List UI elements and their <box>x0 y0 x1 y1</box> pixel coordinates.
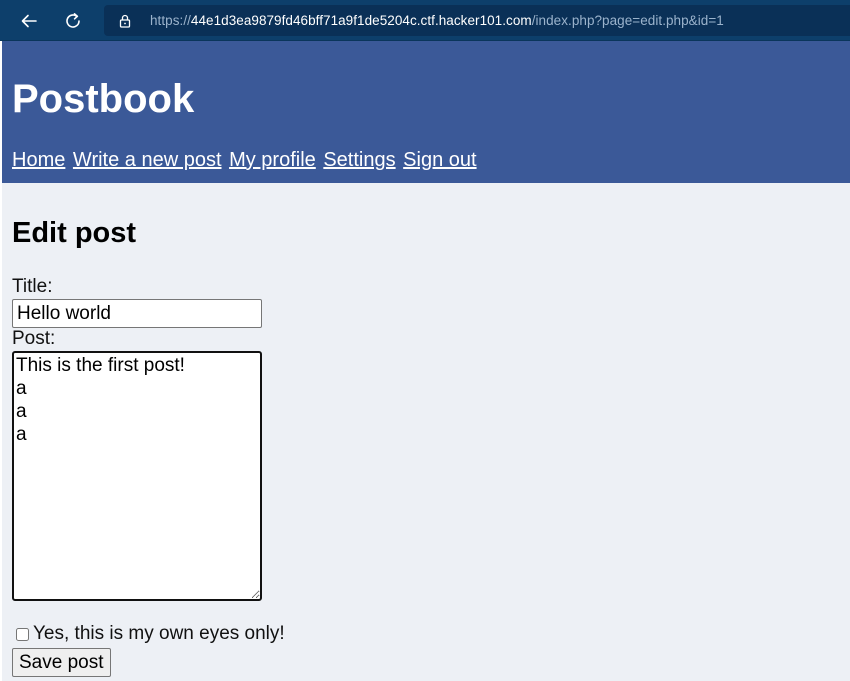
back-button[interactable] <box>18 10 40 32</box>
url-text: https://44e1d3ea9879fd46bff71a9f1de5204c… <box>150 13 724 28</box>
edit-post-form: Edit post Title: Post: This is the first… <box>0 183 850 681</box>
title-label: Title: <box>12 276 53 297</box>
nav-link-my-profile[interactable]: My profile <box>229 149 316 171</box>
url-path: /index.php?page=edit.php&id=1 <box>531 13 724 28</box>
private-checkbox-label: Yes, this is my own eyes only! <box>33 623 285 644</box>
site-header: Postbook Home Write a new post My profil… <box>0 41 850 183</box>
nav-link-write-post[interactable]: Write a new post <box>73 149 222 171</box>
nav-link-settings[interactable]: Settings <box>323 149 395 171</box>
private-checkbox[interactable] <box>16 627 29 641</box>
lock-icon <box>119 14 131 28</box>
page-title: Edit post <box>12 217 137 249</box>
nav-link-sign-out[interactable]: Sign out <box>403 149 476 171</box>
reload-icon <box>66 13 80 28</box>
site-nav: Home Write a new post My profile Setting… <box>12 149 479 172</box>
post-textarea[interactable]: This is the first post! a a a <box>12 351 262 601</box>
arrow-left-icon <box>21 14 37 28</box>
site-title: Postbook <box>12 77 195 121</box>
address-bar[interactable]: https://44e1d3ea9879fd46bff71a9f1de5204c… <box>104 5 850 36</box>
post-label: Post: <box>12 328 56 349</box>
browser-toolbar: https://44e1d3ea9879fd46bff71a9f1de5204c… <box>0 0 850 41</box>
url-prefix: https:// <box>150 13 191 28</box>
reload-button[interactable] <box>62 10 84 32</box>
privacy-option[interactable]: Yes, this is my own eyes only! <box>16 623 285 645</box>
nav-link-home[interactable]: Home <box>12 149 65 171</box>
url-host: 44e1d3ea9879fd46bff71a9f1de5204c.ctf.hac… <box>190 13 532 28</box>
save-post-button[interactable]: Save post <box>12 648 111 677</box>
title-input[interactable] <box>12 299 262 328</box>
